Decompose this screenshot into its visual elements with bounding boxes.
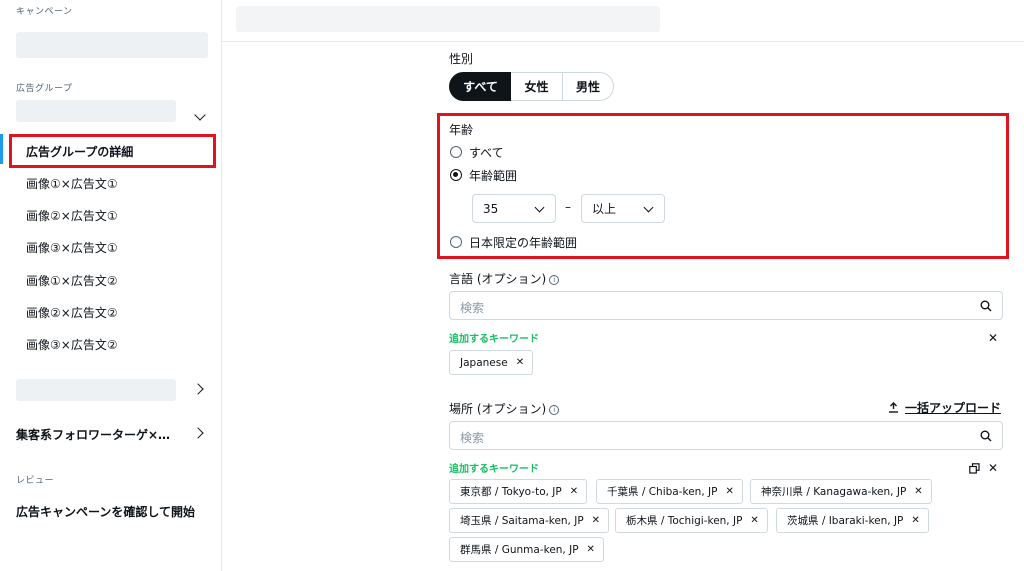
location-chip: 埼玉県 / Saitama-ken, JP ✕ [449,508,610,533]
sidebar: キャンペーン 広告グループ 広告グループの詳細 画像①×広告文① 画像②×広告文… [0,0,222,571]
sidebar-ad-item[interactable]: 画像②×広告文① [26,207,118,224]
location-chip: 千葉県 / Chiba-ken, JP ✕ [596,479,743,504]
chip-label: 栃木県 / Tochigi-ken, JP [626,515,743,527]
chevron-right-icon[interactable] [192,427,204,439]
language-label-text: 言語 (オプション) [449,272,547,286]
chevron-down-icon [643,202,654,213]
campaign-section-label: キャンペーン [16,7,73,17]
location-label-text: 場所 (オプション) [449,402,547,416]
gender-label: 性別 [449,52,474,66]
gender-option-female[interactable]: 女性 [511,72,563,101]
sidebar-ad-item[interactable]: 画像③×広告文① [26,239,118,256]
bulk-upload-link[interactable]: 一括アップロード [888,399,1001,416]
active-indicator [0,134,3,164]
location-chip: 栃木県 / Tochigi-ken, JP ✕ [615,508,768,533]
adgroup2-name-redacted[interactable] [16,379,176,401]
sidebar-item-adgroup-detail[interactable]: 広告グループの詳細 [26,143,133,160]
adgroup-name-redacted[interactable] [16,100,176,122]
age-radio-japan[interactable] [450,236,462,248]
search-icon [980,300,992,312]
campaign-name-redacted[interactable] [16,32,208,58]
chip-label: 埼玉県 / Saitama-ken, JP [460,515,584,527]
info-icon[interactable]: i [549,405,560,415]
clear-location-icon[interactable]: ✕ [988,461,998,475]
age-range-separator: – [565,200,571,214]
age-min-select[interactable]: 35 [472,194,556,223]
upload-icon [889,402,898,413]
language-search-input[interactable]: 検索 [449,291,1003,320]
remove-chip-icon[interactable]: ✕ [592,515,600,526]
chip-label: 東京都 / Tokyo-to, JP [460,486,562,498]
remove-chip-icon[interactable]: ✕ [750,515,758,526]
sidebar-item-follower-group[interactable]: 集客系フォロワーターゲ×… [16,426,170,443]
chevron-down-icon [534,202,545,213]
location-chip: 東京都 / Tokyo-to, JP ✕ [449,479,588,504]
sidebar-ad-item[interactable]: 画像③×広告文② [26,336,118,353]
age-max-value: 以上 [592,202,617,216]
adgroup-section-label: 広告グループ [16,84,73,94]
age-option-all-label: すべて [469,146,504,160]
age-label: 年齢 [449,123,474,137]
sidebar-ad-item[interactable]: 画像①×広告文② [26,272,118,289]
location-search-input[interactable]: 検索 [449,421,1003,450]
sidebar-ad-item[interactable]: 画像①×広告文① [26,175,118,192]
search-icon [980,430,992,442]
chip-label: 群馬県 / Gunma-ken, JP [460,544,579,556]
language-added-keywords-label: 追加するキーワード [449,334,539,345]
chevron-down-icon[interactable] [194,109,206,121]
location-chip: 茨城県 / Ibaraki-ken, JP ✕ [776,508,929,533]
age-max-select[interactable]: 以上 [581,194,665,223]
remove-chip-icon[interactable]: ✕ [570,486,578,497]
location-chip: 神奈川県 / Kanagawa-ken, JP ✕ [750,479,932,504]
bulk-upload-label: 一括アップロード [905,401,1002,415]
age-option-japan-label: 日本限定の年齢範囲 [469,236,578,250]
age-radio-all[interactable] [450,146,462,158]
gender-option-all[interactable]: すべて [449,72,512,101]
remove-chip-icon[interactable]: ✕ [725,486,733,497]
info-icon[interactable]: i [549,275,560,285]
age-option-range-label: 年齢範囲 [469,169,518,183]
chip-label: 神奈川県 / Kanagawa-ken, JP [761,486,907,498]
age-min-value: 35 [483,201,499,216]
remove-chip-icon[interactable]: ✕ [516,357,524,368]
language-label: 言語 (オプション) i [449,270,560,287]
chip-label: 茨城県 / Ibaraki-ken, JP [787,515,904,527]
sidebar-ad-item[interactable]: 画像②×広告文② [26,304,118,321]
review-section-label: レビュー [16,476,55,486]
chip-label: Japanese [460,356,508,369]
location-chip: 群馬県 / Gunma-ken, JP ✕ [449,537,604,562]
language-search-placeholder: 検索 [460,301,485,315]
chip-label: 千葉県 / Chiba-ken, JP [607,486,718,498]
remove-chip-icon[interactable]: ✕ [911,515,919,526]
language-chip: Japanese ✕ [449,350,534,375]
gender-option-male[interactable]: 男性 [562,72,614,101]
copy-icon[interactable] [969,463,980,474]
clear-language-icon[interactable]: ✕ [988,331,998,345]
location-search-placeholder: 検索 [460,431,485,445]
age-radio-range[interactable] [450,169,462,181]
sidebar-item-review-launch[interactable]: 広告キャンペーンを確認して開始 [16,503,195,520]
header-title-redacted [236,6,660,32]
location-added-keywords-label: 追加するキーワード [449,464,539,475]
remove-chip-icon[interactable]: ✕ [587,544,595,555]
page-header [222,0,1024,42]
remove-chip-icon[interactable]: ✕ [914,486,922,497]
location-label: 場所 (オプション) i [449,400,560,417]
chevron-right-icon[interactable] [192,383,204,395]
